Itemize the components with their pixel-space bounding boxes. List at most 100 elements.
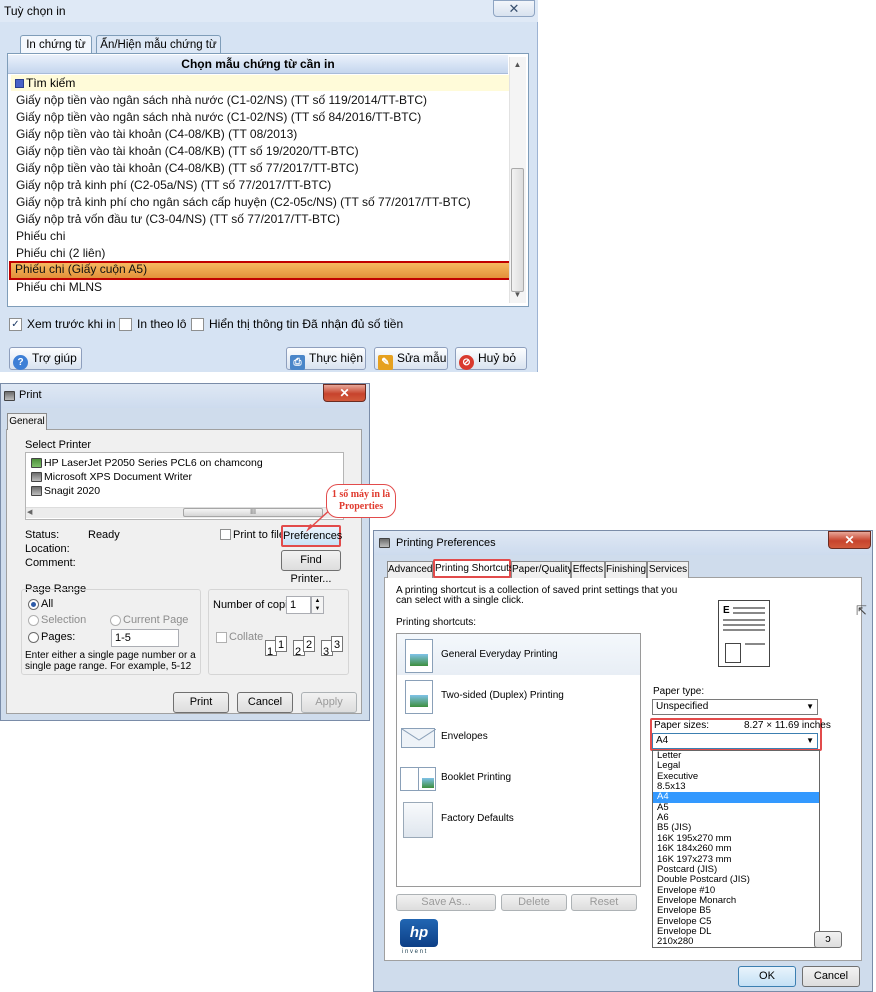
cancel-button[interactable]: ⊘ Huỷ bỏ — [455, 347, 527, 370]
list-item[interactable]: Phiếu chi (2 liên) — [12, 245, 509, 262]
shortcut-label: Booklet Printing — [441, 772, 512, 783]
scroll-down-icon[interactable]: ▼ — [509, 288, 526, 302]
list-item[interactable]: Giấy nộp tiền vào tài khoản (C4-08/KB) (… — [12, 143, 509, 160]
hp-logo: hp — [400, 919, 438, 947]
tab-show-hide-templates[interactable]: Ẩn/Hiện mẫu chứng từ — [96, 35, 221, 55]
find-printer-button[interactable]: Find Printer... — [281, 550, 341, 585]
page-preview-icon: E — [718, 600, 770, 667]
list-item[interactable]: Giấy nộp tiền vào ngân sách nhà nước (C1… — [12, 92, 509, 109]
cancel-icon: ⊘ — [459, 355, 474, 370]
print-button[interactable]: Print — [173, 692, 229, 713]
paper-option[interactable]: 16K 184x260 mm — [653, 843, 819, 854]
collate-checkbox[interactable] — [216, 632, 227, 643]
apply-button[interactable]: Apply — [301, 692, 357, 713]
shortcut-item[interactable]: Envelopes — [397, 716, 640, 757]
range-current-label: Current Page — [123, 614, 189, 626]
shortcut-item[interactable]: General Everyday Printing — [397, 634, 640, 675]
shortcut-label: Envelopes — [441, 731, 488, 742]
edit-template-button[interactable]: ✎ Sửa mẫu — [374, 347, 448, 370]
close-button[interactable]: ✕ — [828, 531, 871, 549]
help-button[interactable]: ? Trợ giúp — [9, 347, 82, 370]
shortcut-item[interactable]: Two-sided (Duplex) Printing — [397, 675, 640, 716]
printer-item[interactable]: Snagit 2020 — [44, 485, 100, 497]
cancel-label: Huỷ bỏ — [478, 351, 517, 365]
preview-checkbox[interactable]: ✓ — [9, 318, 22, 331]
list-header: Chọn mẫu chứng từ cần in — [8, 55, 508, 74]
range-pages-radio[interactable] — [28, 632, 39, 643]
list-item[interactable]: Giấy nộp tiền vào tài khoản (C4-08/KB) (… — [12, 160, 509, 177]
list-item[interactable]: Giấy nộp trả kinh phí (C2-05a/NS) (TT số… — [12, 177, 509, 194]
tab-finishing[interactable]: Finishing — [605, 561, 647, 578]
save-as-button[interactable]: Save As... — [396, 894, 496, 911]
range-all-radio[interactable] — [28, 599, 39, 610]
tab-advanced[interactable]: Advanced — [387, 561, 433, 578]
printer-icon — [379, 538, 390, 548]
edit-icon: ✎ — [378, 355, 393, 370]
scroll-up-icon[interactable]: ▲ — [509, 58, 526, 72]
printer-item[interactable]: HP LaserJet P2050 Series PCL6 on chamcon… — [44, 457, 263, 469]
reset-button[interactable]: Reset — [571, 894, 637, 911]
delete-button[interactable]: Delete — [501, 894, 567, 911]
scroll-thumb[interactable] — [511, 168, 524, 292]
list-item[interactable]: Giấy nộp tiền vào ngân sách nhà nước (C1… — [12, 109, 509, 126]
duplex-document-icon — [405, 680, 433, 714]
paper-type-select[interactable]: Unspecified ▼ — [652, 699, 818, 715]
paper-option[interactable]: Double Postcard (JIS) — [653, 874, 819, 885]
scroll-left-icon[interactable]: ◀ — [27, 508, 32, 516]
paper-option[interactable]: 210x280 — [653, 936, 819, 947]
batch-checkbox[interactable] — [119, 318, 132, 331]
shortcut-item[interactable]: Booklet Printing — [397, 757, 640, 798]
range-selection-label: Selection — [41, 614, 87, 626]
list-item[interactable]: Giấy nộp trả kinh phí cho ngân sách cấp … — [12, 194, 509, 211]
callout-line2: Properties — [338, 501, 384, 512]
cancel-button[interactable]: Cancel — [802, 966, 860, 987]
range-selection-radio[interactable] — [28, 615, 39, 626]
printer-icon — [31, 472, 42, 482]
close-button[interactable]: ✕ — [493, 0, 535, 17]
show-info-checkbox[interactable] — [191, 318, 204, 331]
list-item[interactable]: Giấy nộp tiền vào tài khoản (C4-08/KB) (… — [12, 126, 509, 143]
search-checkbox-icon — [15, 79, 24, 88]
list-item[interactable]: Phiếu chi MLNS — [12, 279, 509, 296]
close-icon: ✕ — [508, 1, 520, 16]
paper-option[interactable]: 8.5x13 — [653, 781, 819, 792]
search-row[interactable]: Tìm kiếm — [11, 75, 509, 91]
printer-item[interactable]: Microsoft XPS Document Writer — [44, 471, 192, 483]
paper-type-label: Paper type: — [653, 686, 705, 697]
print-to-file-checkbox[interactable] — [220, 529, 231, 540]
paper-option-highlighted[interactable]: A4 — [653, 792, 819, 803]
range-pages-label: Pages: — [41, 631, 76, 643]
close-icon: ✕ — [339, 386, 350, 400]
tab-effects[interactable]: Effects — [571, 561, 605, 578]
tab-paper-quality[interactable]: Paper/Quality — [511, 561, 573, 578]
range-current-radio[interactable] — [110, 615, 121, 626]
close-button[interactable]: ✕ — [323, 384, 366, 402]
copies-spinner[interactable]: ▲ ▼ — [311, 596, 324, 614]
paper-size-select[interactable]: A4 ▼ — [652, 733, 818, 749]
execute-button[interactable]: ⎙ Thực hiện — [286, 347, 366, 370]
booklet-icon — [400, 767, 436, 791]
partially-hidden-button[interactable]: ɔ — [814, 931, 842, 948]
list-item[interactable]: Giấy nộp trả vốn đầu tư (C3-04/NS) (TT s… — [12, 211, 509, 228]
select-printer-label: Select Printer — [25, 439, 92, 451]
status-value: Ready — [88, 529, 120, 541]
tab-general[interactable]: General — [7, 413, 47, 430]
callout-line1: 1 số máy in là — [331, 489, 391, 500]
tab-print-documents[interactable]: In chứng từ — [20, 35, 92, 55]
preview-label: Xem trước khi in — [27, 317, 116, 331]
paper-size-value: A4 — [656, 735, 669, 746]
list-item[interactable]: Phiếu chi — [12, 228, 509, 245]
print-icon: ⎙ — [290, 355, 305, 370]
collate-page-icon: 1 — [275, 636, 287, 652]
location-label: Location: — [25, 543, 70, 555]
shortcut-item[interactable]: Factory Defaults — [397, 798, 640, 839]
copies-input[interactable]: 1 — [286, 596, 311, 614]
tab-printing-shortcuts[interactable]: Printing Shortcuts — [433, 559, 514, 578]
paper-option[interactable]: A5 — [653, 802, 819, 813]
hp-logo-subtext: i n v e n t — [402, 949, 427, 955]
list-item-selected[interactable]: Phiếu chi (Giấy cuộn A5) — [9, 261, 511, 280]
tab-services[interactable]: Services — [647, 561, 689, 578]
cancel-button[interactable]: Cancel — [237, 692, 293, 713]
pages-input[interactable]: 1-5 — [111, 629, 179, 647]
ok-button[interactable]: OK — [738, 966, 796, 987]
